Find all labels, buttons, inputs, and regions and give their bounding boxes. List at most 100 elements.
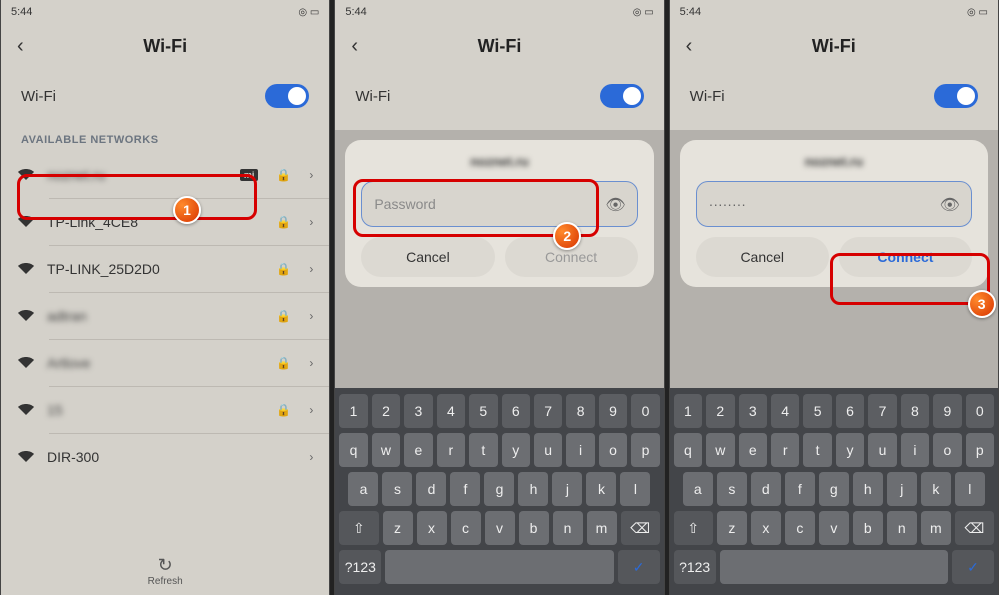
key-f[interactable]: f bbox=[785, 472, 815, 506]
symbols-key[interactable]: ?123 bbox=[674, 550, 716, 584]
key-l[interactable]: l bbox=[955, 472, 985, 506]
key-e[interactable]: e bbox=[739, 433, 767, 467]
wifi-toggle[interactable] bbox=[600, 84, 644, 108]
key-z[interactable]: z bbox=[383, 511, 413, 545]
key-d[interactable]: d bbox=[751, 472, 781, 506]
key-i[interactable]: i bbox=[566, 433, 594, 467]
key-u[interactable]: u bbox=[868, 433, 896, 467]
backspace-key[interactable]: ⌫ bbox=[621, 511, 660, 545]
key-9[interactable]: 9 bbox=[599, 394, 627, 428]
password-input[interactable] bbox=[361, 181, 637, 227]
space-key[interactable] bbox=[385, 550, 613, 584]
key-o[interactable]: o bbox=[933, 433, 961, 467]
key-u[interactable]: u bbox=[534, 433, 562, 467]
back-icon[interactable]: ‹ bbox=[17, 35, 24, 58]
key-r[interactable]: r bbox=[437, 433, 465, 467]
network-row[interactable]: noznet.ru mi 🔒 › bbox=[1, 152, 329, 198]
network-row[interactable]: TP-LINK_25D2D0 🔒 › bbox=[1, 246, 329, 292]
key-2[interactable]: 2 bbox=[706, 394, 734, 428]
refresh-button[interactable]: ↻ Refresh bbox=[1, 555, 329, 587]
key-f[interactable]: f bbox=[450, 472, 480, 506]
key-v[interactable]: v bbox=[819, 511, 849, 545]
key-3[interactable]: 3 bbox=[404, 394, 432, 428]
enter-key[interactable]: ✓ bbox=[952, 550, 994, 584]
back-icon[interactable]: ‹ bbox=[686, 35, 693, 58]
key-i[interactable]: i bbox=[901, 433, 929, 467]
shift-key[interactable]: ⇧ bbox=[674, 511, 713, 545]
space-key[interactable] bbox=[720, 550, 948, 584]
key-a[interactable]: a bbox=[348, 472, 378, 506]
key-0[interactable]: 0 bbox=[631, 394, 659, 428]
eye-icon[interactable]: 👁 bbox=[605, 195, 625, 215]
key-r[interactable]: r bbox=[771, 433, 799, 467]
enter-key[interactable]: ✓ bbox=[618, 550, 660, 584]
key-m[interactable]: m bbox=[587, 511, 617, 545]
cancel-button[interactable]: Cancel bbox=[696, 237, 829, 277]
key-k[interactable]: k bbox=[586, 472, 616, 506]
key-v[interactable]: v bbox=[485, 511, 515, 545]
wifi-toggle[interactable] bbox=[934, 84, 978, 108]
key-d[interactable]: d bbox=[416, 472, 446, 506]
network-row[interactable]: 15 🔒 › bbox=[1, 387, 329, 433]
network-row[interactable]: DIR-300 › bbox=[1, 434, 329, 480]
key-e[interactable]: e bbox=[404, 433, 432, 467]
connect-button[interactable]: Connect bbox=[505, 237, 638, 277]
key-g[interactable]: g bbox=[484, 472, 514, 506]
key-c[interactable]: c bbox=[451, 511, 481, 545]
key-q[interactable]: q bbox=[339, 433, 367, 467]
network-row[interactable]: TP-Link_4CE8 🔒 › bbox=[1, 199, 329, 245]
key-x[interactable]: x bbox=[751, 511, 781, 545]
key-a[interactable]: a bbox=[683, 472, 713, 506]
key-n[interactable]: n bbox=[887, 511, 917, 545]
key-m[interactable]: m bbox=[921, 511, 951, 545]
key-2[interactable]: 2 bbox=[372, 394, 400, 428]
key-s[interactable]: s bbox=[382, 472, 412, 506]
key-8[interactable]: 8 bbox=[566, 394, 594, 428]
key-9[interactable]: 9 bbox=[933, 394, 961, 428]
key-y[interactable]: y bbox=[502, 433, 530, 467]
key-4[interactable]: 4 bbox=[437, 394, 465, 428]
key-j[interactable]: j bbox=[552, 472, 582, 506]
key-p[interactable]: p bbox=[631, 433, 659, 467]
key-z[interactable]: z bbox=[717, 511, 747, 545]
key-8[interactable]: 8 bbox=[901, 394, 929, 428]
network-row[interactable]: adtran 🔒 › bbox=[1, 293, 329, 339]
key-y[interactable]: y bbox=[836, 433, 864, 467]
key-w[interactable]: w bbox=[706, 433, 734, 467]
key-1[interactable]: 1 bbox=[674, 394, 702, 428]
key-t[interactable]: t bbox=[469, 433, 497, 467]
key-5[interactable]: 5 bbox=[469, 394, 497, 428]
key-p[interactable]: p bbox=[966, 433, 994, 467]
key-5[interactable]: 5 bbox=[803, 394, 831, 428]
connect-button[interactable]: Connect bbox=[839, 237, 972, 277]
key-7[interactable]: 7 bbox=[868, 394, 896, 428]
key-6[interactable]: 6 bbox=[836, 394, 864, 428]
eye-icon[interactable]: 👁 bbox=[940, 195, 960, 215]
back-icon[interactable]: ‹ bbox=[351, 35, 358, 58]
key-t[interactable]: t bbox=[803, 433, 831, 467]
network-row[interactable]: Artlove 🔒 › bbox=[1, 340, 329, 386]
key-x[interactable]: x bbox=[417, 511, 447, 545]
key-w[interactable]: w bbox=[372, 433, 400, 467]
key-l[interactable]: l bbox=[620, 472, 650, 506]
key-h[interactable]: h bbox=[853, 472, 883, 506]
key-j[interactable]: j bbox=[887, 472, 917, 506]
backspace-key[interactable]: ⌫ bbox=[955, 511, 994, 545]
key-b[interactable]: b bbox=[519, 511, 549, 545]
wifi-toggle[interactable] bbox=[265, 84, 309, 108]
symbols-key[interactable]: ?123 bbox=[339, 550, 381, 584]
key-n[interactable]: n bbox=[553, 511, 583, 545]
key-0[interactable]: 0 bbox=[966, 394, 994, 428]
key-b[interactable]: b bbox=[853, 511, 883, 545]
key-q[interactable]: q bbox=[674, 433, 702, 467]
shift-key[interactable]: ⇧ bbox=[339, 511, 378, 545]
key-4[interactable]: 4 bbox=[771, 394, 799, 428]
key-7[interactable]: 7 bbox=[534, 394, 562, 428]
key-6[interactable]: 6 bbox=[502, 394, 530, 428]
key-k[interactable]: k bbox=[921, 472, 951, 506]
key-1[interactable]: 1 bbox=[339, 394, 367, 428]
cancel-button[interactable]: Cancel bbox=[361, 237, 494, 277]
key-h[interactable]: h bbox=[518, 472, 548, 506]
key-3[interactable]: 3 bbox=[739, 394, 767, 428]
key-g[interactable]: g bbox=[819, 472, 849, 506]
